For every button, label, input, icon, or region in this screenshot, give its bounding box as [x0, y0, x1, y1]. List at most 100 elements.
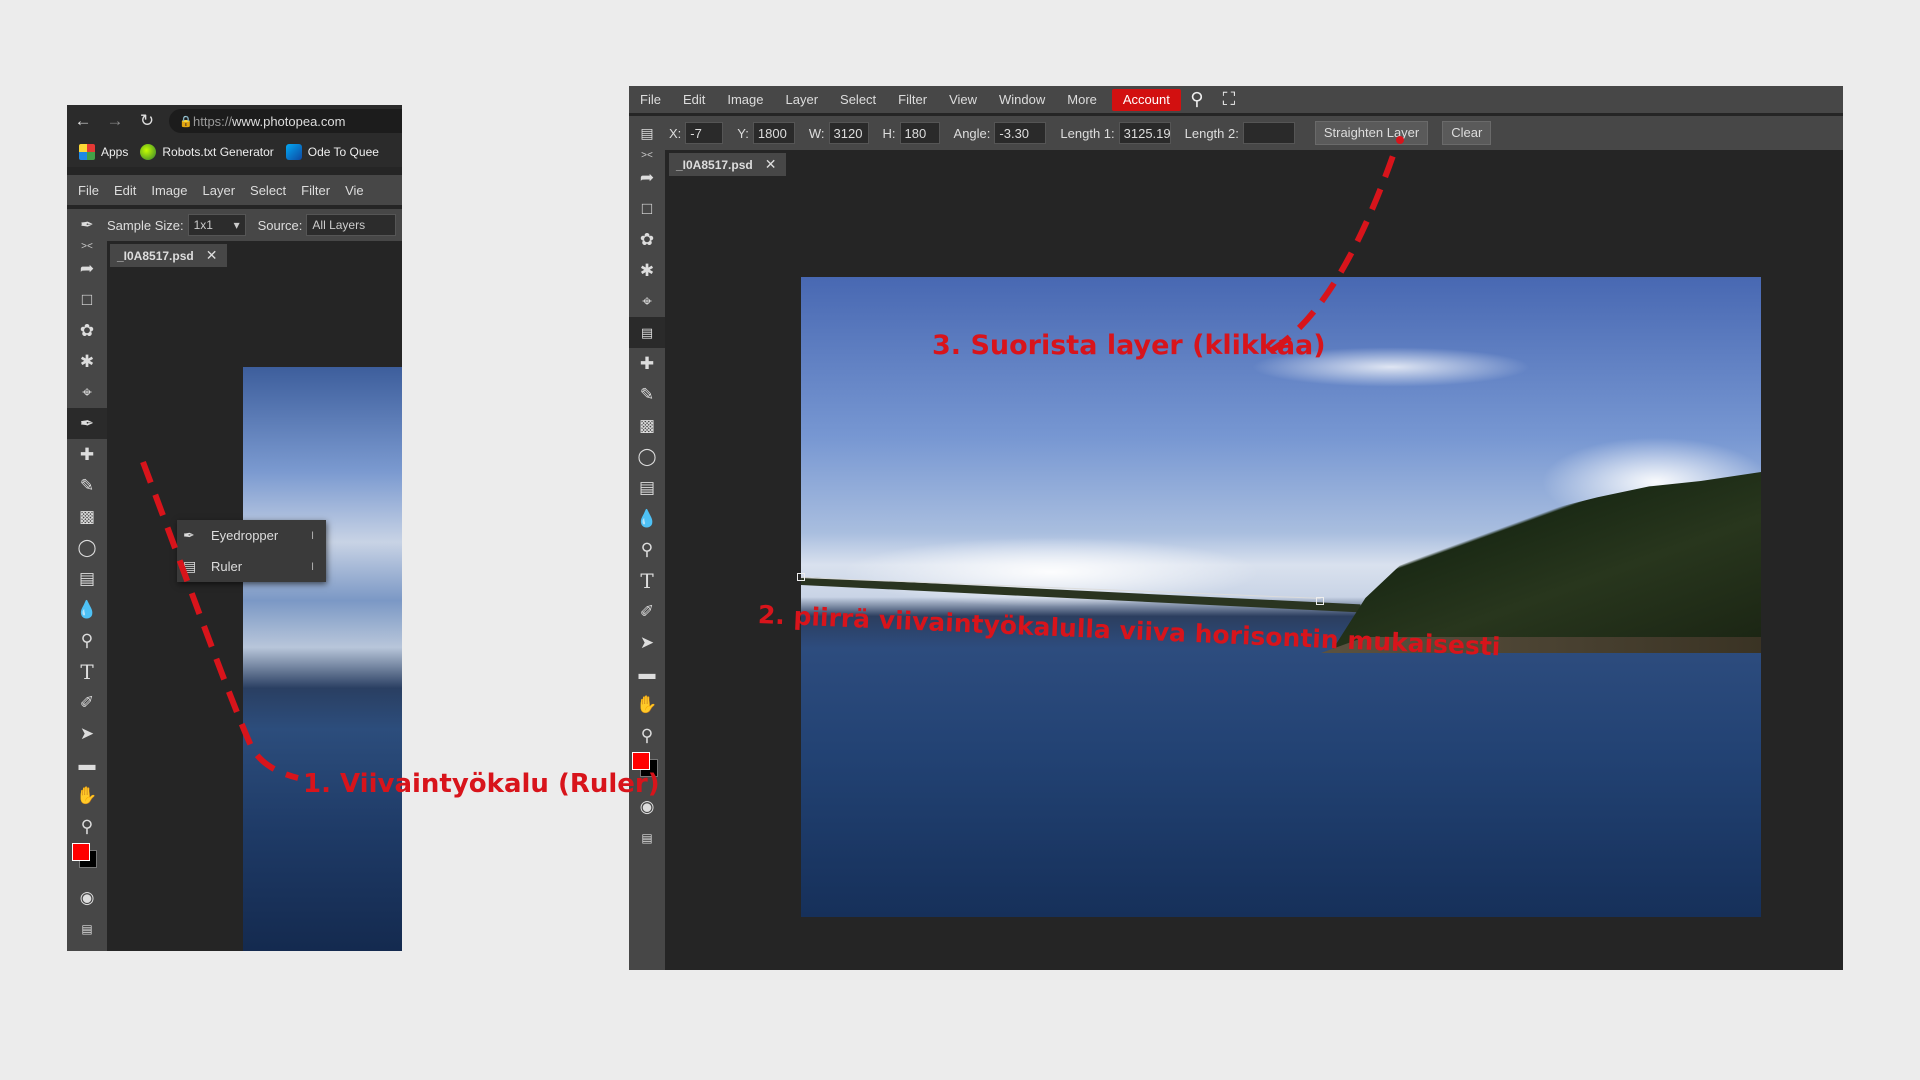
bookmark-apps[interactable]: Apps [79, 144, 128, 160]
close-tab-icon[interactable]: ✕ [765, 156, 777, 173]
menu-image[interactable]: Image [716, 86, 774, 113]
angle-field[interactable]: -3.30 [994, 122, 1047, 144]
dodge-tool-icon[interactable]: ⚲ [67, 625, 107, 656]
menu-file[interactable]: File [78, 183, 99, 198]
account-button[interactable]: Account [1111, 88, 1181, 111]
zoom-tool-icon[interactable]: ⚲ [629, 720, 665, 751]
menu-select[interactable]: Select [829, 86, 887, 113]
document-tab[interactable]: _I0A8517.psd ✕ [669, 153, 786, 176]
document-tab-label: _I0A8517.psd [117, 248, 194, 263]
menu-more[interactable]: More [1056, 86, 1108, 113]
healing-tool-icon[interactable]: ✚ [629, 348, 665, 379]
healing-tool-icon[interactable]: ✚ [67, 439, 107, 470]
brush-tool-icon[interactable]: ✎ [67, 470, 107, 501]
gradient-tool-icon[interactable]: ▤ [629, 472, 665, 503]
menu-window[interactable]: Window [988, 86, 1056, 113]
collapse-toolbar-icon[interactable]: >< [67, 241, 107, 253]
ruler-start-handle[interactable] [797, 573, 805, 581]
color-swatches[interactable] [67, 842, 107, 882]
crop-tool-icon[interactable]: ⌖ [67, 377, 107, 408]
h-field[interactable]: 180 [899, 122, 940, 144]
source-select[interactable]: All Layers [306, 214, 397, 236]
search-icon[interactable]: ⚲ [1181, 89, 1213, 110]
close-tab-icon[interactable]: ✕ [206, 247, 218, 264]
lasso-tool-icon[interactable]: ✿ [67, 315, 107, 346]
foreground-color-swatch[interactable] [72, 843, 90, 861]
length1-label: Length 1: [1060, 125, 1115, 141]
hand-tool-icon[interactable]: ✋ [629, 689, 665, 720]
eraser-tool-icon[interactable]: ◯ [67, 532, 107, 563]
menu-filter[interactable]: Filter [301, 183, 330, 198]
menu-filter[interactable]: Filter [887, 86, 938, 113]
screen-mode-icon[interactable]: ▤ [67, 913, 107, 944]
lock-icon: 🔒 [179, 115, 193, 128]
fullscreen-icon[interactable]: ⛶ [1213, 89, 1245, 110]
x-field[interactable]: -7 [685, 122, 724, 144]
type-tool-icon[interactable]: T [629, 565, 665, 596]
gradient-tool-icon[interactable]: ▤ [67, 563, 107, 594]
blur-tool-icon[interactable]: 💧 [67, 594, 107, 625]
x-label: X: [669, 125, 682, 141]
pen-tool-icon[interactable]: ✐ [629, 596, 665, 627]
menu-layer[interactable]: Layer [203, 183, 236, 198]
collapse-toolbar-icon[interactable]: >< [629, 150, 665, 162]
magic-wand-tool-icon[interactable]: ✱ [67, 346, 107, 377]
clear-button[interactable]: Clear [1442, 121, 1492, 145]
apps-grid-icon [79, 144, 95, 160]
menu-edit[interactable]: Edit [114, 183, 136, 198]
bookmark-robots[interactable]: Robots.txt Generator [140, 144, 274, 160]
straighten-layer-button[interactable]: Straighten Layer [1314, 121, 1429, 145]
blur-tool-icon[interactable]: 💧 [629, 503, 665, 534]
address-bar[interactable]: 🔒 https:// www.photopea.com [169, 109, 402, 133]
foreground-color-swatch[interactable] [632, 752, 650, 770]
menu-file[interactable]: File [629, 86, 672, 113]
flyout-item-eyedropper[interactable]: ✒ Eyedropper I [177, 520, 326, 551]
left-tool-bar: >< ➦ □ ✿ ✱ ⌖ ✒ ✚ ✎ ▩ ◯ ▤ 💧 ⚲ T ✐ ➤ ▬ ✋ ⚲… [67, 241, 107, 951]
rectangle-tool-icon[interactable]: ▬ [629, 658, 665, 689]
ode-favicon-icon [285, 144, 302, 160]
move-tool-icon[interactable]: ➦ [629, 162, 665, 193]
sample-size-select[interactable]: 1x1 ▾ [187, 214, 246, 236]
path-select-tool-icon[interactable]: ➤ [67, 718, 107, 749]
brush-tool-icon[interactable]: ✎ [629, 379, 665, 410]
marquee-tool-icon[interactable]: □ [67, 284, 107, 315]
menu-edit[interactable]: Edit [672, 86, 716, 113]
dodge-tool-icon[interactable]: ⚲ [629, 534, 665, 565]
zoom-tool-icon[interactable]: ⚲ [67, 811, 107, 842]
menu-view[interactable]: Vie [345, 183, 364, 198]
stamp-tool-icon[interactable]: ▩ [629, 410, 665, 441]
length2-field[interactable] [1242, 122, 1295, 144]
pen-tool-icon[interactable]: ✐ [67, 687, 107, 718]
h-label: H: [882, 125, 896, 141]
menu-select[interactable]: Select [250, 183, 286, 198]
crop-tool-icon[interactable]: ⌖ [629, 286, 665, 317]
menu-image[interactable]: Image [151, 183, 187, 198]
ruler-tool-icon[interactable]: ▤ [629, 317, 665, 348]
flyout-item-ruler[interactable]: ▤ Ruler I [177, 551, 326, 582]
menu-layer[interactable]: Layer [775, 86, 830, 113]
screen-mode-icon[interactable]: ▤ [629, 822, 665, 853]
quick-mask-icon[interactable]: ◉ [67, 882, 107, 913]
menu-view[interactable]: View [938, 86, 988, 113]
w-field[interactable]: 3120 [828, 122, 869, 144]
marquee-tool-icon[interactable]: □ [629, 193, 665, 224]
magic-wand-tool-icon[interactable]: ✱ [629, 255, 665, 286]
type-tool-icon[interactable]: T [67, 656, 107, 687]
annotation-step-3: 3. Suorista layer (klikkaa) [932, 330, 1326, 361]
hand-tool-icon[interactable]: ✋ [67, 780, 107, 811]
eraser-tool-icon[interactable]: ◯ [629, 441, 665, 472]
forward-arrow-icon[interactable]: → [99, 111, 131, 131]
lasso-tool-icon[interactable]: ✿ [629, 224, 665, 255]
bookmark-ode[interactable]: Ode To Quee [285, 144, 379, 160]
y-field[interactable]: 1800 [752, 122, 795, 144]
rectangle-tool-icon[interactable]: ▬ [67, 749, 107, 780]
reload-icon[interactable]: ↻ [131, 111, 163, 131]
stamp-tool-icon[interactable]: ▩ [67, 501, 107, 532]
path-select-tool-icon[interactable]: ➤ [629, 627, 665, 658]
length1-field[interactable]: 3125.19 [1118, 122, 1171, 144]
document-tab[interactable]: _I0A8517.psd ✕ [110, 244, 227, 267]
eyedropper-tool-icon[interactable]: ✒ [67, 408, 107, 439]
back-arrow-icon[interactable]: ← [67, 111, 99, 131]
move-tool-icon[interactable]: ➦ [67, 253, 107, 284]
ruler-end-handle[interactable] [1316, 597, 1324, 605]
